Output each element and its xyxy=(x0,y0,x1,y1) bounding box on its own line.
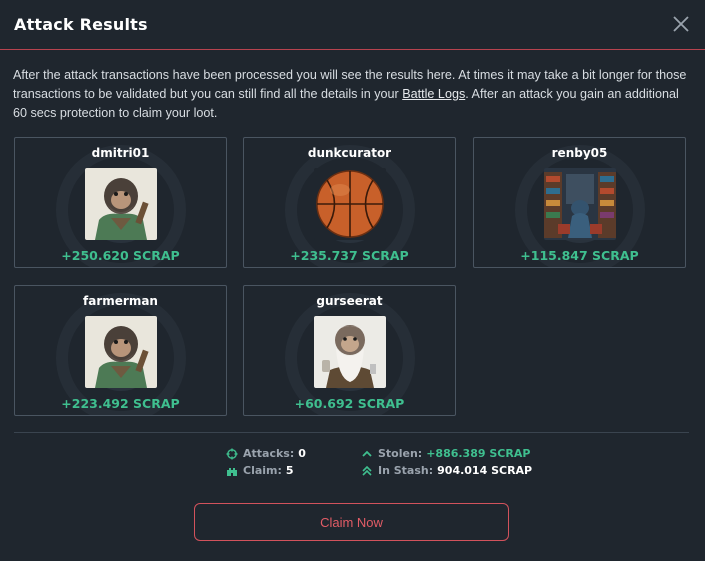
monkey-avatar-icon xyxy=(84,168,157,240)
claim-value: 5 xyxy=(285,464,294,477)
result-card: farmerman +223.492 SCRAP xyxy=(14,285,227,416)
result-card: renby05 +115.847 SCRAP xyxy=(473,137,686,268)
castle-icon xyxy=(227,467,237,476)
result-amount: +115.847 SCRAP xyxy=(520,248,639,263)
stash-value: 904.014 SCRAP xyxy=(437,464,533,477)
result-card: gurseerat +60.692 SCRAP xyxy=(243,285,456,416)
claim-label: Claim: xyxy=(243,464,282,477)
result-name: dmitri01 xyxy=(91,146,150,160)
stash-label: In Stash: xyxy=(378,464,434,477)
result-name: dunkcurator xyxy=(307,146,392,160)
double-chevron-up-icon xyxy=(362,465,372,476)
result-name: gurseerat xyxy=(316,294,383,308)
monkey-beard-avatar-icon xyxy=(313,316,386,388)
result-amount: +250.620 SCRAP xyxy=(61,248,180,263)
battle-logs-link[interactable]: Battle Logs xyxy=(402,87,465,101)
divider xyxy=(14,432,689,433)
monkey-avatar-icon xyxy=(84,316,157,388)
result-amount: +60.692 SCRAP xyxy=(294,396,405,411)
modal-title: Attack Results xyxy=(14,15,148,34)
chevron-up-icon xyxy=(362,450,372,457)
result-amount: +223.492 SCRAP xyxy=(61,396,180,411)
result-name: farmerman xyxy=(83,294,158,308)
result-amount: +235.737 SCRAP xyxy=(290,248,409,263)
stolen-stat: Stolen: +886.389 SCRAP xyxy=(361,447,530,460)
result-card: dmitri01 +250.620 SCRAP xyxy=(14,137,227,268)
modal-header: Attack Results xyxy=(0,0,705,50)
basketball-avatar-icon xyxy=(313,168,386,240)
attacks-label: Attacks: xyxy=(243,447,295,460)
claim-now-button[interactable]: Claim Now xyxy=(194,503,509,541)
stash-stat: In Stash: 904.014 SCRAP xyxy=(361,464,532,477)
result-card: dunkcurator +235.737 SCRAP xyxy=(243,137,456,268)
close-icon[interactable] xyxy=(671,14,691,34)
library-avatar-icon xyxy=(543,168,616,240)
result-name: renby05 xyxy=(551,146,608,160)
crosshair-icon xyxy=(226,448,238,459)
stolen-label: Stolen: xyxy=(378,447,423,460)
stolen-value: +886.389 SCRAP xyxy=(426,447,531,460)
attacks-value: 0 xyxy=(298,447,306,460)
attack-results-modal: Attack Results After the attack transact… xyxy=(0,0,705,561)
intro-text: After the attack transactions have been … xyxy=(13,68,687,120)
claim-stat: Claim: 5 xyxy=(226,464,294,477)
attacks-stat: Attacks: 0 xyxy=(226,447,306,460)
